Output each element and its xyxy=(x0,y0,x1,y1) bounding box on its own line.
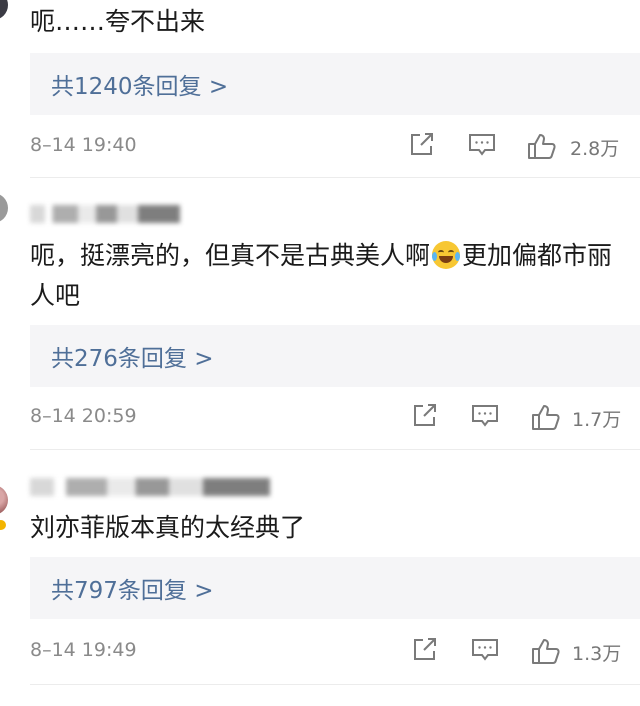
view-replies-button[interactable]: 共1240条回复 > xyxy=(30,53,640,115)
avatar[interactable] xyxy=(0,485,8,515)
timestamp: 8–14 19:49 xyxy=(30,639,137,661)
comment-icon xyxy=(469,134,495,156)
timestamp: 8–14 20:59 xyxy=(30,405,137,427)
like-count: 1.7万 xyxy=(572,409,622,431)
username-blurred[interactable] xyxy=(30,478,270,496)
comment-meta: 8–14 19:40 2.8万 xyxy=(30,132,630,162)
comment-button[interactable] xyxy=(471,637,499,663)
replies-label: 共276条回复 > xyxy=(51,346,214,372)
timestamp: 8–14 19:40 xyxy=(30,134,137,156)
laugh-cry-emoji xyxy=(432,241,461,269)
like-button[interactable] xyxy=(531,403,561,431)
view-replies-button[interactable]: 共276条回复 > xyxy=(30,325,640,387)
divider xyxy=(30,684,640,685)
comment-button[interactable] xyxy=(468,132,496,158)
divider xyxy=(30,449,640,450)
share-icon xyxy=(414,404,436,426)
replies-label: 共797条回复 > xyxy=(51,578,214,604)
divider xyxy=(30,177,640,178)
comment-text-part-1: 呃，挺漂亮的，但真不是古典美人啊 xyxy=(30,241,431,270)
share-icon xyxy=(414,638,436,660)
comment-button[interactable] xyxy=(471,403,499,429)
share-icon xyxy=(411,133,433,155)
thumbs-up-icon xyxy=(532,405,560,430)
username-blurred[interactable] xyxy=(30,205,180,223)
share-button[interactable] xyxy=(411,637,437,663)
comment-text: 刘亦菲版本真的太经典了 xyxy=(30,513,306,542)
thumbs-up-icon xyxy=(532,639,560,664)
avatar[interactable] xyxy=(0,0,8,20)
like-count: 1.3万 xyxy=(572,643,622,665)
like-count: 2.8万 xyxy=(570,138,620,160)
replies-label: 共1240条回复 > xyxy=(51,74,229,100)
comment-icon xyxy=(472,639,498,661)
avatar[interactable] xyxy=(0,193,8,223)
thumbs-up-icon xyxy=(528,134,556,159)
comment-text: 呃，挺漂亮的，但真不是古典美人啊 更加偏都市丽人吧 xyxy=(30,236,630,316)
comment-meta: 8–14 20:59 1.7万 xyxy=(30,403,630,433)
comment-meta: 8–14 19:49 1.3万 xyxy=(30,637,630,667)
like-button[interactable] xyxy=(531,637,561,665)
view-replies-button[interactable]: 共797条回复 > xyxy=(30,557,640,619)
share-button[interactable] xyxy=(408,132,434,158)
comment-icon xyxy=(472,405,498,427)
share-button[interactable] xyxy=(411,403,437,429)
vip-badge-icon xyxy=(0,520,6,530)
like-button[interactable] xyxy=(527,132,557,160)
comment-text: 呃……夸不出来 xyxy=(30,7,206,36)
